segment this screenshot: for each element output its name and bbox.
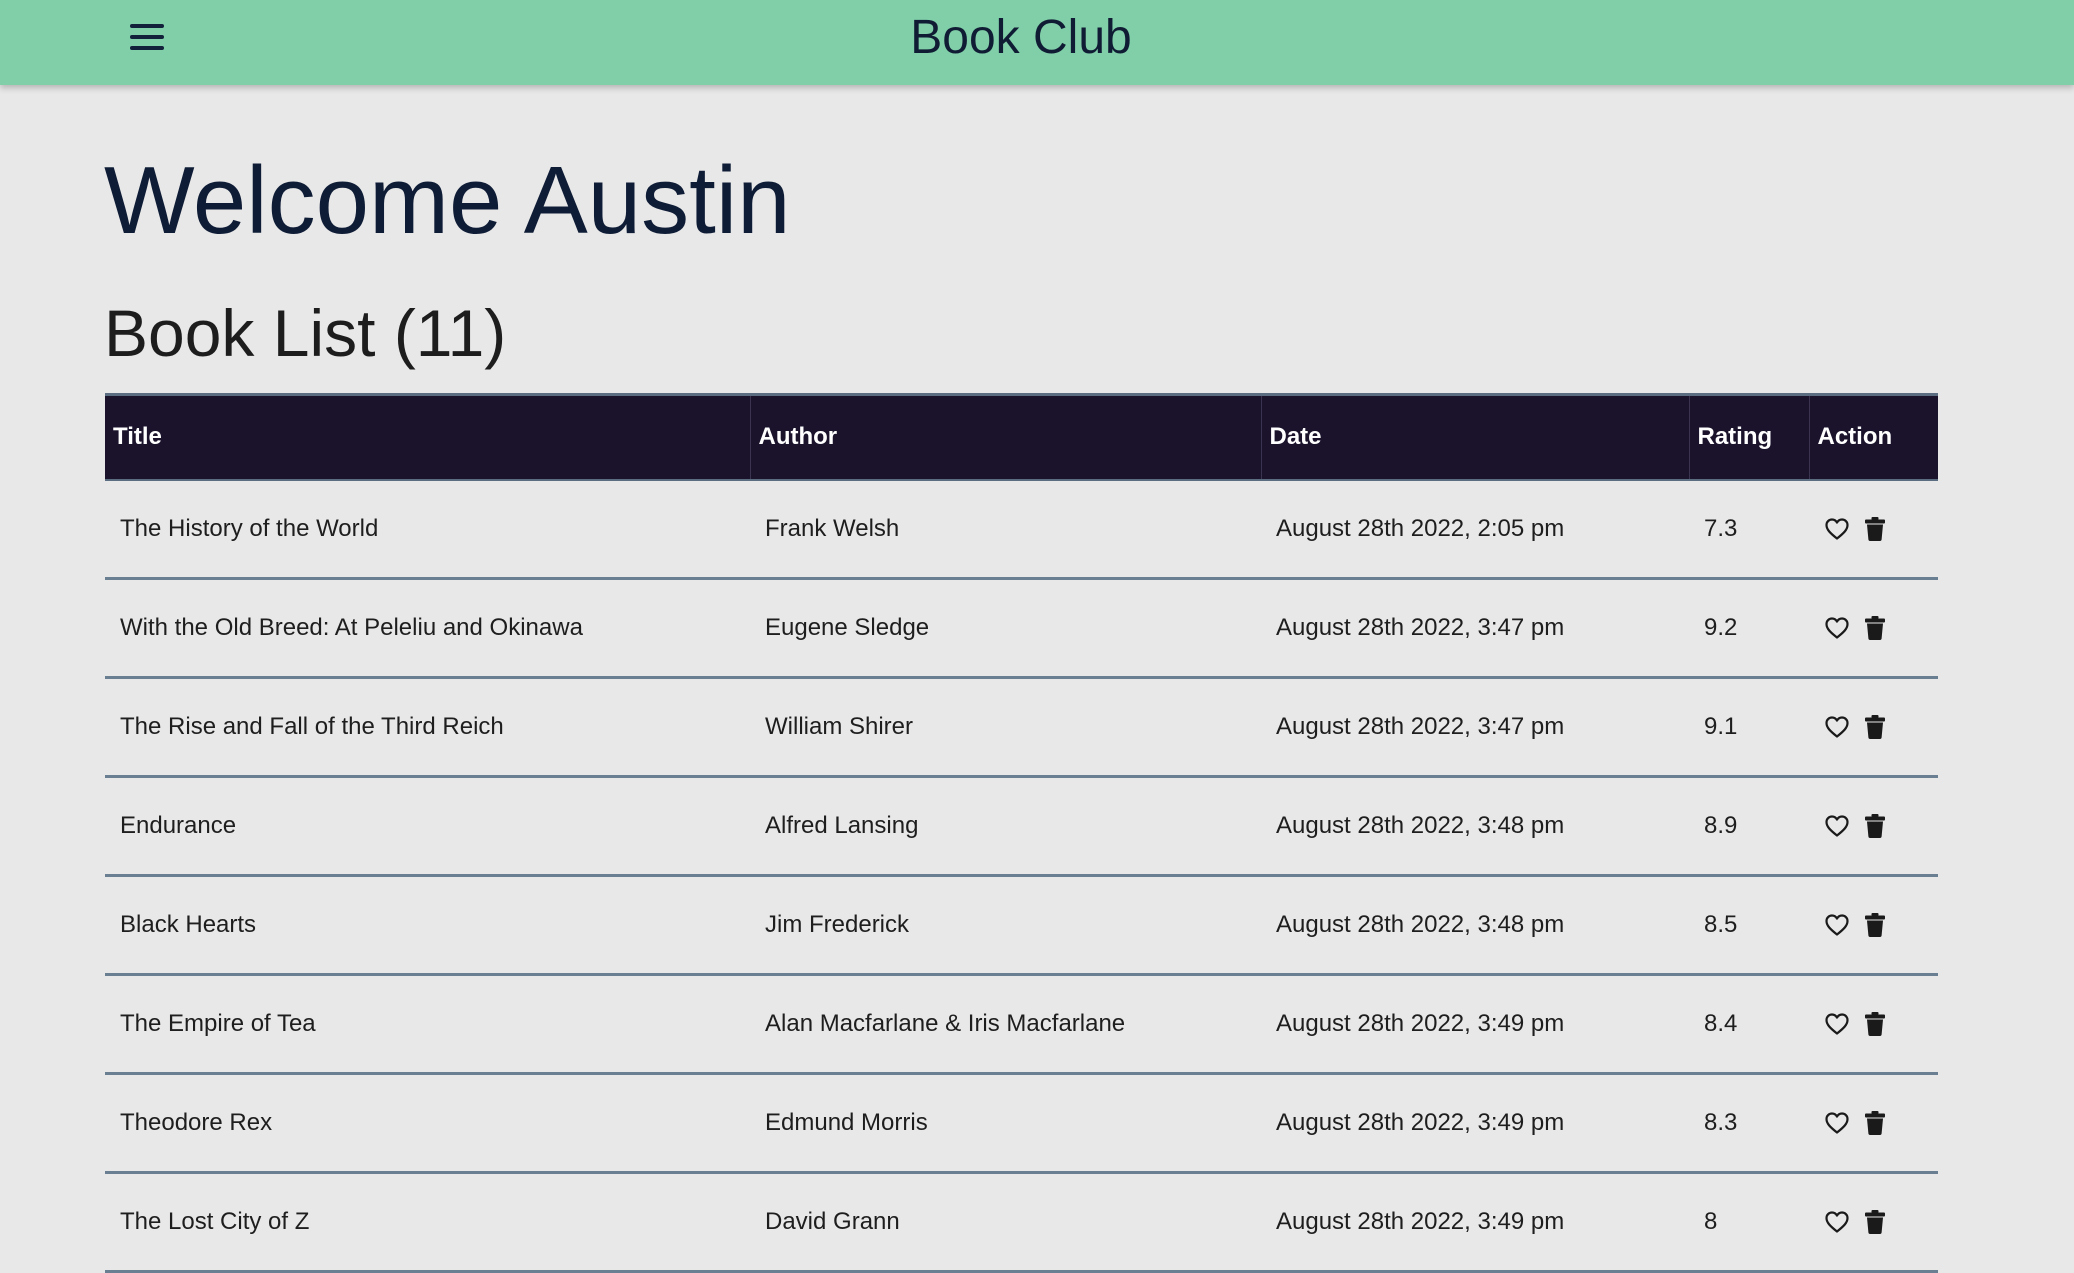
action-group [1824,813,1938,839]
book-author: Edmund Morris [750,1073,1261,1174]
book-author: David Grann [750,1172,1261,1273]
book-rating: 8.9 [1689,776,1809,877]
table-row: The Empire of Tea Alan Macfarlane & Iris … [105,974,1938,1075]
heart-icon[interactable] [1824,1209,1850,1235]
column-header-title[interactable]: Title [105,393,750,481]
book-rating: 8.3 [1689,1073,1809,1174]
book-list-heading: Book List (11) [104,296,507,370]
row-actions [1809,974,1938,1075]
action-group [1824,1011,1938,1037]
welcome-heading: Welcome Austin [104,147,791,254]
row-actions [1809,578,1938,679]
book-rating: 8.4 [1689,974,1809,1075]
book-author: Jim Frederick [750,875,1261,976]
heart-icon[interactable] [1824,714,1850,740]
trash-icon[interactable] [1862,615,1888,641]
table-row: The Lost City of Z David Grann August 28th… [105,1172,1938,1273]
heart-icon[interactable] [1824,813,1850,839]
book-date: August 28th 2022, 3:48 pm [1261,776,1689,877]
trash-icon[interactable] [1862,1110,1888,1136]
app-title: Book Club [910,11,1132,64]
action-group [1824,615,1938,641]
book-date: August 28th 2022, 3:49 pm [1261,974,1689,1075]
book-author: Frank Welsh [750,479,1261,580]
heart-icon[interactable] [1824,1011,1850,1037]
book-title: The Rise and Fall of the Third Reich [105,677,750,778]
book-table: Title Author Date Rating Action The Hist… [105,393,1938,1273]
book-date: August 28th 2022, 3:49 pm [1261,1073,1689,1174]
book-title: Endurance [105,776,750,877]
trash-icon[interactable] [1862,714,1888,740]
book-rating: 8 [1689,1172,1809,1273]
action-group [1824,1209,1938,1235]
book-title: Theodore Rex [105,1073,750,1174]
book-title: Black Hearts [105,875,750,976]
table-row: Theodore Rex Edmund Morris August 28th 202… [105,1073,1938,1174]
column-header-author[interactable]: Author [749,393,1261,481]
trash-icon[interactable] [1862,912,1888,938]
book-author: William Shirer [750,677,1261,778]
table-row: Black Hearts Jim Frederick August 28th 202… [105,875,1938,976]
column-header-rating[interactable]: Rating [1688,393,1809,481]
table-header-row: Title Author Date Rating Action [105,393,1938,481]
book-rows: The History of the World Frank Welsh Augus… [105,479,1938,1273]
book-date: August 28th 2022, 3:48 pm [1261,875,1689,976]
row-actions [1809,776,1938,877]
book-rating: 9.1 [1689,677,1809,778]
book-rating: 7.3 [1689,479,1809,580]
book-author: Alan Macfarlane & Iris Macfarlane [750,974,1261,1075]
heart-icon[interactable] [1824,516,1850,542]
row-actions [1809,479,1938,580]
trash-icon[interactable] [1862,1209,1888,1235]
book-title: With the Old Breed: At Peleliu and Okina… [105,578,750,679]
table-row: The Rise and Fall of the Third Reich Will… [105,677,1938,778]
book-date: August 28th 2022, 3:47 pm [1261,677,1689,778]
trash-icon[interactable] [1862,516,1888,542]
book-title: The Lost City of Z [105,1172,750,1273]
book-title: The History of the World [105,479,750,580]
book-author: Alfred Lansing [750,776,1261,877]
column-header-action: Action [1808,393,1938,481]
row-actions [1809,1172,1938,1273]
action-group [1824,714,1938,740]
row-actions [1809,677,1938,778]
trash-icon[interactable] [1862,1011,1888,1037]
action-group [1824,912,1938,938]
book-rating: 9.2 [1689,578,1809,679]
action-group [1824,1110,1938,1136]
table-row: With the Old Breed: At Peleliu and Okina… [105,578,1938,679]
row-actions [1809,875,1938,976]
book-author: Eugene Sledge [750,578,1261,679]
book-date: August 28th 2022, 3:47 pm [1261,578,1689,679]
navbar: Book Club [0,0,2074,85]
action-group [1824,516,1938,542]
row-actions [1809,1073,1938,1174]
column-header-date[interactable]: Date [1260,393,1689,481]
book-date: August 28th 2022, 3:49 pm [1261,1172,1689,1273]
book-rating: 8.5 [1689,875,1809,976]
book-title: The Empire of Tea [105,974,750,1075]
heart-icon[interactable] [1824,1110,1850,1136]
table-row: Endurance Alfred Lansing August 28th 2022,… [105,776,1938,877]
table-row: The History of the World Frank Welsh Augus… [105,479,1938,580]
heart-icon[interactable] [1824,912,1850,938]
book-date: August 28th 2022, 2:05 pm [1261,479,1689,580]
heart-icon[interactable] [1824,615,1850,641]
trash-icon[interactable] [1862,813,1888,839]
